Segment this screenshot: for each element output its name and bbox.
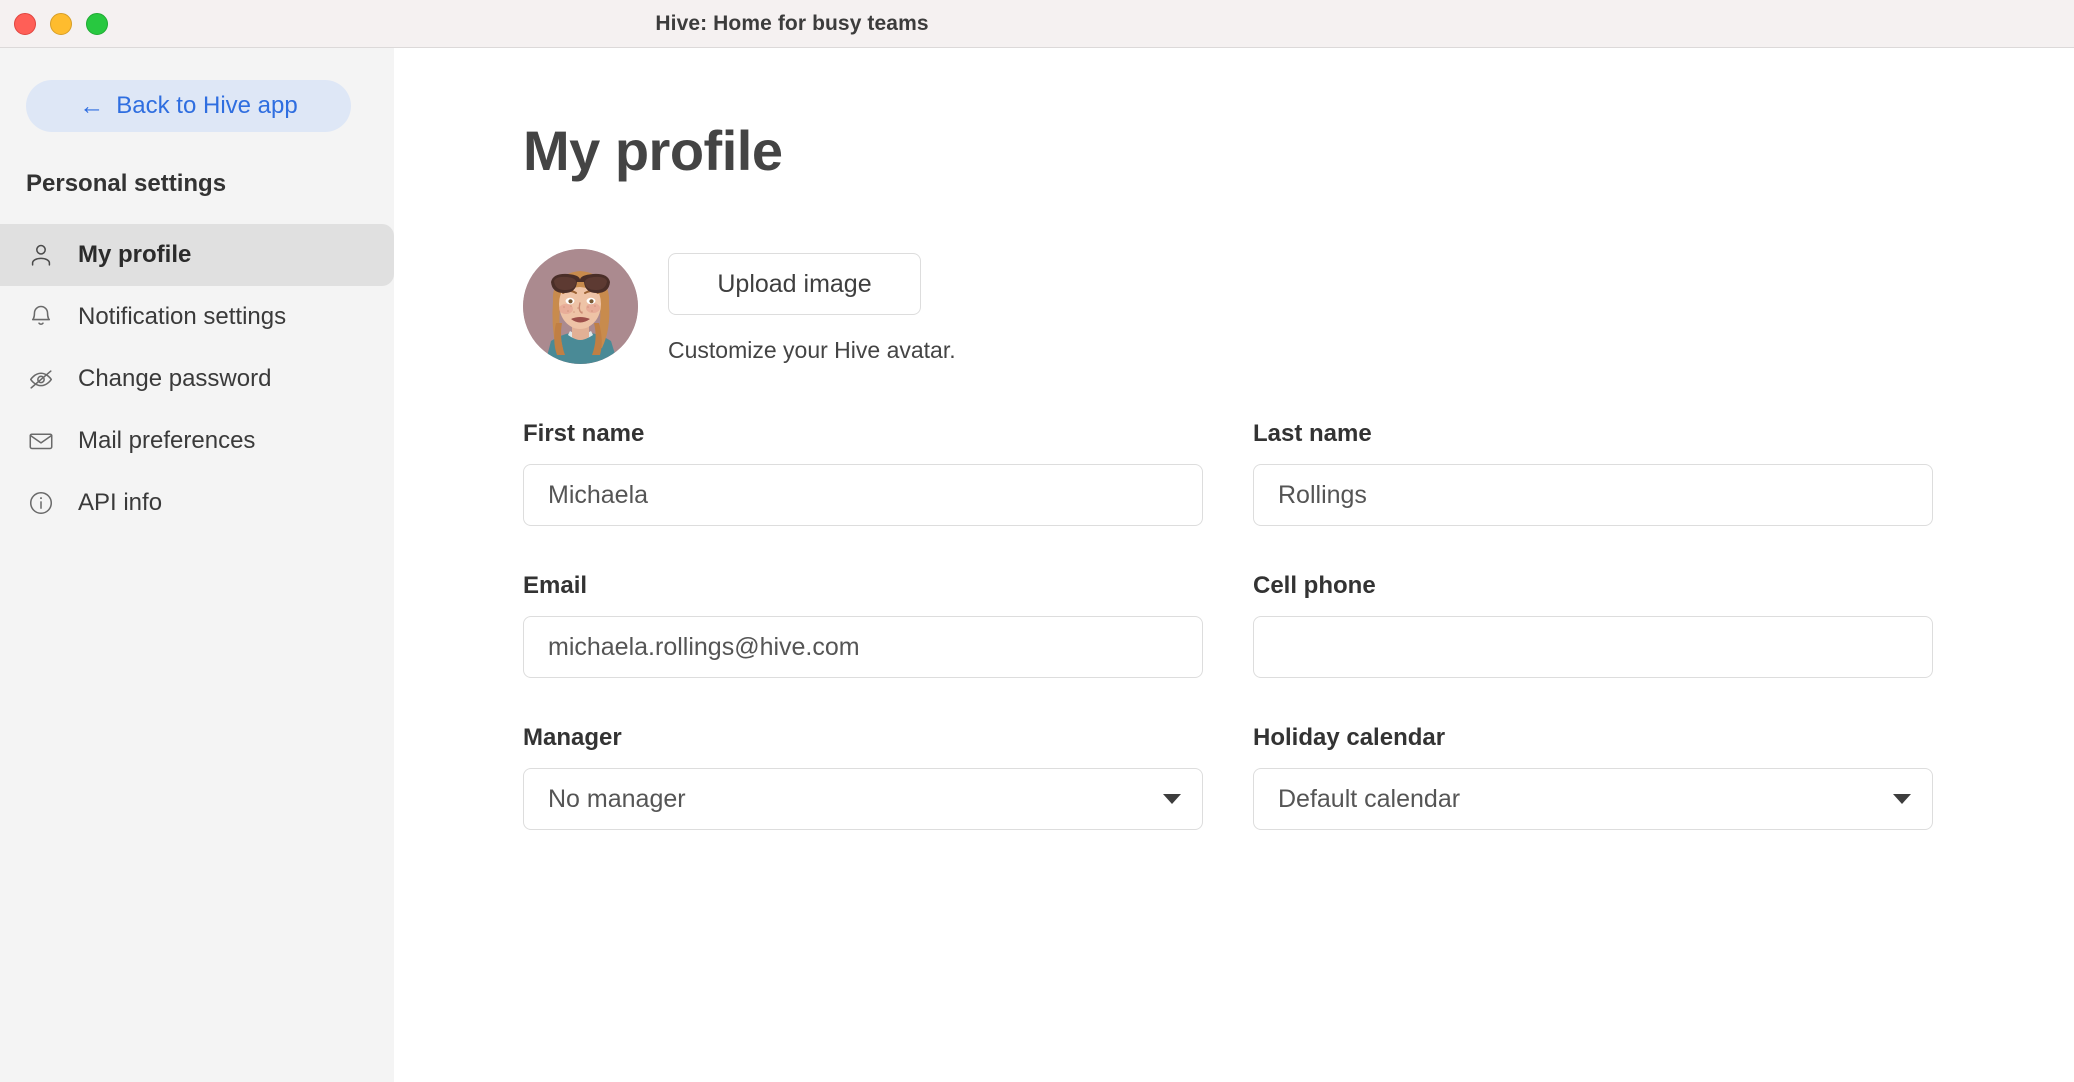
back-to-hive-app-button[interactable]: ← Back to Hive app — [26, 80, 351, 132]
sidebar-item-notification-settings[interactable]: Notification settings — [0, 286, 394, 348]
upload-image-button[interactable]: Upload image — [668, 253, 921, 315]
field-first-name: First name — [523, 420, 1203, 526]
manager-select-wrapper: No manager — [523, 768, 1203, 830]
sidebar-item-label: Mail preferences — [78, 427, 256, 454]
field-holiday-calendar: Holiday calendar Default calendar — [1253, 724, 1933, 830]
avatar-section: Upload image Customize your Hive avatar. — [523, 249, 2074, 364]
sidebar-item-label: API info — [78, 489, 163, 516]
field-label: Manager — [523, 724, 622, 751]
holiday-calendar-select[interactable]: Default calendar — [1253, 768, 1933, 830]
last-name-input[interactable] — [1253, 464, 1933, 526]
first-name-input[interactable] — [523, 464, 1203, 526]
eye-off-icon — [26, 364, 56, 394]
avatar[interactable] — [523, 249, 638, 364]
field-label: Holiday calendar — [1253, 724, 1446, 751]
sidebar-nav: My profile Notification settings Change … — [0, 224, 394, 534]
sidebar-item-api-info[interactable]: API info — [0, 472, 394, 534]
field-cell-phone: Cell phone — [1253, 572, 1933, 678]
sidebar-item-label: Notification settings — [78, 303, 287, 330]
sidebar-item-mail-preferences[interactable]: Mail preferences — [0, 410, 394, 472]
holiday-calendar-select-wrapper: Default calendar — [1253, 768, 1933, 830]
sidebar-item-change-password[interactable]: Change password — [0, 348, 394, 410]
sidebar-item-my-profile[interactable]: My profile — [0, 224, 394, 286]
main-content: My profile Upload image Customize your H… — [394, 48, 2074, 1082]
field-manager: Manager No manager — [523, 724, 1203, 830]
envelope-icon — [26, 426, 56, 456]
window-titlebar: Hive: Home for busy teams — [0, 0, 2074, 48]
field-last-name: Last name — [1253, 420, 1933, 526]
field-label: Cell phone — [1253, 572, 1376, 599]
cell-phone-input[interactable] — [1253, 616, 1933, 678]
sidebar-item-label: Change password — [78, 365, 272, 392]
field-label: Last name — [1253, 420, 1372, 447]
back-to-hive-app-label: Back to Hive app — [116, 92, 298, 119]
field-label: Email — [523, 572, 588, 599]
window-title: Hive: Home for busy teams — [655, 12, 929, 35]
profile-form: First name Last name Email Cell phone Ma… — [523, 420, 1943, 830]
avatar-hint: Customize your Hive avatar. — [668, 337, 956, 363]
arrow-left-icon: ← — [79, 91, 105, 120]
sidebar-item-label: My profile — [78, 241, 192, 268]
sidebar: ← Back to Hive app Personal settings My … — [0, 48, 394, 1082]
page-title: My profile — [523, 119, 783, 182]
email-input[interactable] — [523, 616, 1203, 678]
field-label: First name — [523, 420, 645, 447]
sidebar-section-title: Personal settings — [26, 170, 227, 197]
info-icon — [26, 488, 56, 518]
upload-column: Upload image Customize your Hive avatar. — [668, 249, 956, 364]
manager-select[interactable]: No manager — [523, 768, 1203, 830]
bell-icon — [26, 302, 56, 332]
user-icon — [26, 240, 56, 270]
field-email: Email — [523, 572, 1203, 678]
